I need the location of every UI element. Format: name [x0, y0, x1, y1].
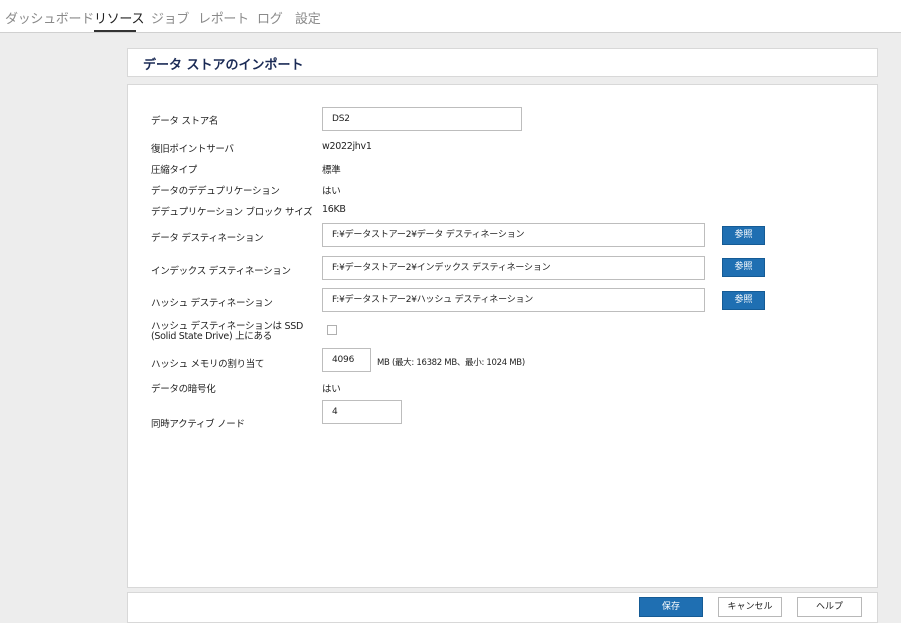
- cancel-button[interactable]: キャンセル: [718, 597, 782, 617]
- hash-memory-label: ハッシュ メモリの割り当て: [151, 359, 265, 370]
- index-destination-input[interactable]: F:¥データストアー2¥インデックス デスティネーション: [322, 256, 705, 280]
- data-destination-browse-button[interactable]: 参照: [722, 226, 765, 245]
- hash-on-ssd-checkbox[interactable]: [327, 325, 337, 335]
- concurrent-nodes-input[interactable]: 4: [322, 400, 402, 424]
- page-title: データ ストアのインポート: [143, 58, 304, 73]
- encryption-value: はい: [322, 384, 341, 395]
- title-panel: データ ストアのインポート: [127, 48, 878, 77]
- data-destination-input[interactable]: F:¥データストアー2¥データ デスティネーション: [322, 223, 705, 247]
- tab-resources[interactable]: リソース: [94, 8, 144, 27]
- concurrent-nodes-label: 同時アクティブ ノード: [151, 419, 245, 430]
- hash-memory-unit: MB (最大: 16382 MB、最小: 1024 MB): [377, 358, 525, 368]
- hash-memory-input[interactable]: 4096: [322, 348, 371, 372]
- index-destination-label: インデックス デスティネーション: [151, 266, 291, 277]
- hash-destination-browse-button[interactable]: 参照: [722, 291, 765, 310]
- hash-on-ssd-label: ハッシュ デスティネーションは SSD (Solid State Drive) …: [151, 321, 303, 342]
- tab-jobs[interactable]: ジョブ: [151, 8, 189, 27]
- active-tab-indicator: [94, 30, 136, 32]
- hash-destination-label: ハッシュ デスティネーション: [151, 298, 273, 309]
- data-destination-label: データ デスティネーション: [151, 233, 264, 244]
- deduplication-value: はい: [322, 186, 341, 197]
- tab-logs[interactable]: ログ: [257, 8, 283, 27]
- encryption-label: データの暗号化: [151, 384, 216, 395]
- datastore-name-label: データ ストア名: [151, 116, 219, 127]
- hash-destination-input[interactable]: F:¥データストアー2¥ハッシュ デスティネーション: [322, 288, 705, 312]
- compression-type-label: 圧縮タイプ: [151, 165, 198, 176]
- recovery-point-server-value: w2022jhv1: [322, 141, 372, 152]
- tab-reports[interactable]: レポート: [198, 8, 249, 27]
- datastore-name-input[interactable]: DS2: [322, 107, 522, 131]
- recovery-point-server-label: 復旧ポイントサーバ: [151, 144, 234, 155]
- index-destination-browse-button[interactable]: 参照: [722, 258, 765, 277]
- dedup-block-size-value: 16KB: [322, 204, 346, 215]
- tab-settings[interactable]: 設定: [295, 8, 321, 27]
- save-button[interactable]: 保存: [639, 597, 703, 617]
- deduplication-label: データのデデュプリケーション: [151, 186, 280, 197]
- compression-type-value: 標準: [322, 165, 341, 176]
- dedup-block-size-label: デデュプリケーション ブロック サイズ: [151, 207, 313, 218]
- tab-dashboard[interactable]: ダッシュボード: [5, 8, 94, 27]
- top-nav: ダッシュボード リソース ジョブ レポート ログ 設定: [0, 0, 901, 33]
- help-button[interactable]: ヘルプ: [797, 597, 862, 617]
